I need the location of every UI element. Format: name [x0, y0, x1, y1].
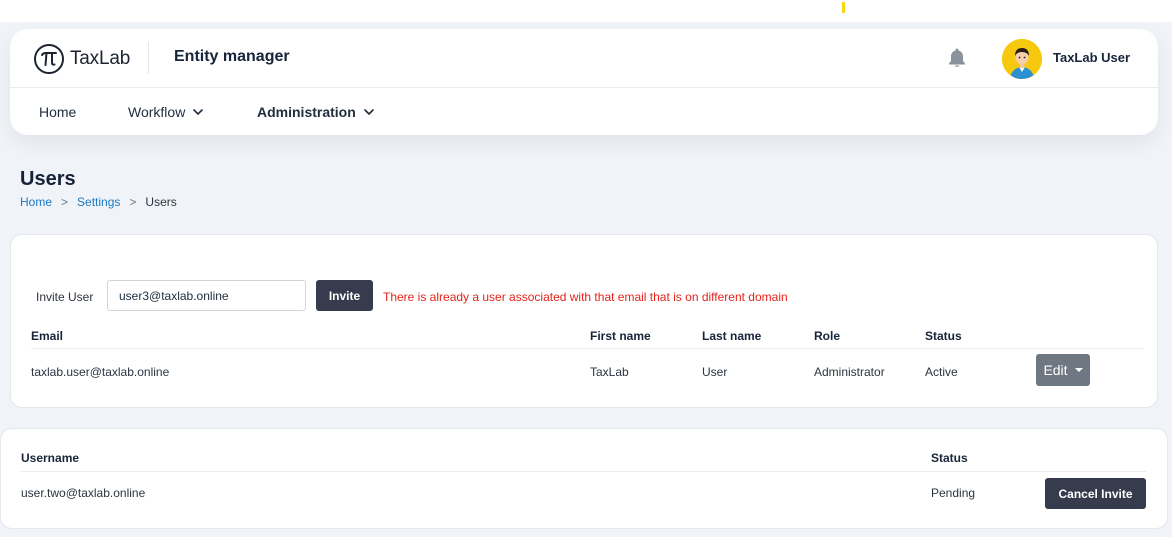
chevron-down-icon [363, 109, 374, 115]
column-header-last-name: Last name [702, 329, 762, 343]
table-header-divider [21, 471, 1146, 472]
page-title: Users [20, 168, 76, 190]
nav-workflow[interactable]: Workflow [128, 104, 204, 120]
app-header: TaxLab Entity manager TaxLab User Home W… [10, 29, 1158, 135]
cell-username: user.two@taxlab.online [21, 486, 146, 500]
nav-administration[interactable]: Administration [257, 104, 374, 120]
cell-role: Administrator [814, 365, 885, 379]
breadcrumb-settings[interactable]: Settings [77, 195, 120, 209]
column-header-email: Email [31, 329, 64, 343]
nav-workflow-label: Workflow [128, 104, 186, 120]
column-header-first-name: First name [590, 329, 651, 343]
users-card: Invite User Invite There is already a us… [10, 234, 1158, 408]
column-header-username: Username [21, 451, 80, 465]
breadcrumb: Home > Settings > Users [20, 195, 177, 209]
caret-down-icon [1074, 368, 1083, 372]
pi-logo-icon [34, 44, 64, 74]
invite-email-input[interactable] [107, 280, 306, 311]
browser-top-strip [0, 0, 1172, 22]
table-header-divider [31, 348, 1144, 349]
cell-last-name: User [702, 365, 728, 379]
invite-button[interactable]: Invite [316, 280, 373, 311]
pending-invites-card: Username Status user.two@taxlab.online P… [0, 428, 1168, 529]
nav-administration-label: Administration [257, 104, 356, 120]
invite-error-message: There is already a user associated with … [383, 290, 788, 304]
column-header-invite-status: Status [931, 451, 968, 465]
cell-email: taxlab.user@taxlab.online [31, 365, 170, 379]
header-top-row: TaxLab Entity manager TaxLab User [10, 29, 1158, 88]
breadcrumb-home[interactable]: Home [20, 195, 52, 209]
cell-first-name: TaxLab [590, 365, 629, 379]
nav-home-label: Home [39, 104, 77, 120]
edit-button-label: Edit [1043, 362, 1068, 378]
breadcrumb-current: Users [145, 195, 177, 209]
breadcrumb-separator: > [129, 195, 137, 209]
chevron-down-icon [193, 109, 204, 115]
column-header-role: Role [814, 329, 841, 343]
user-name[interactable]: TaxLab User [1053, 50, 1130, 65]
bell-icon[interactable] [947, 47, 967, 69]
cancel-invite-button[interactable]: Cancel Invite [1045, 478, 1146, 509]
cell-invite-status: Pending [931, 486, 976, 500]
nav-home[interactable]: Home [39, 104, 76, 120]
logo-text: TaxLab [70, 48, 131, 69]
header-divider [148, 42, 149, 74]
invite-label: Invite User [36, 290, 94, 304]
logo[interactable]: TaxLab [34, 44, 130, 74]
breadcrumb-separator: > [61, 195, 69, 209]
user-avatar[interactable] [1002, 39, 1042, 79]
app-title: Entity manager [174, 48, 290, 65]
cell-status: Active [925, 365, 958, 379]
yellow-marker [842, 2, 845, 13]
edit-dropdown-button[interactable]: Edit [1036, 354, 1090, 386]
column-header-status: Status [925, 329, 962, 343]
